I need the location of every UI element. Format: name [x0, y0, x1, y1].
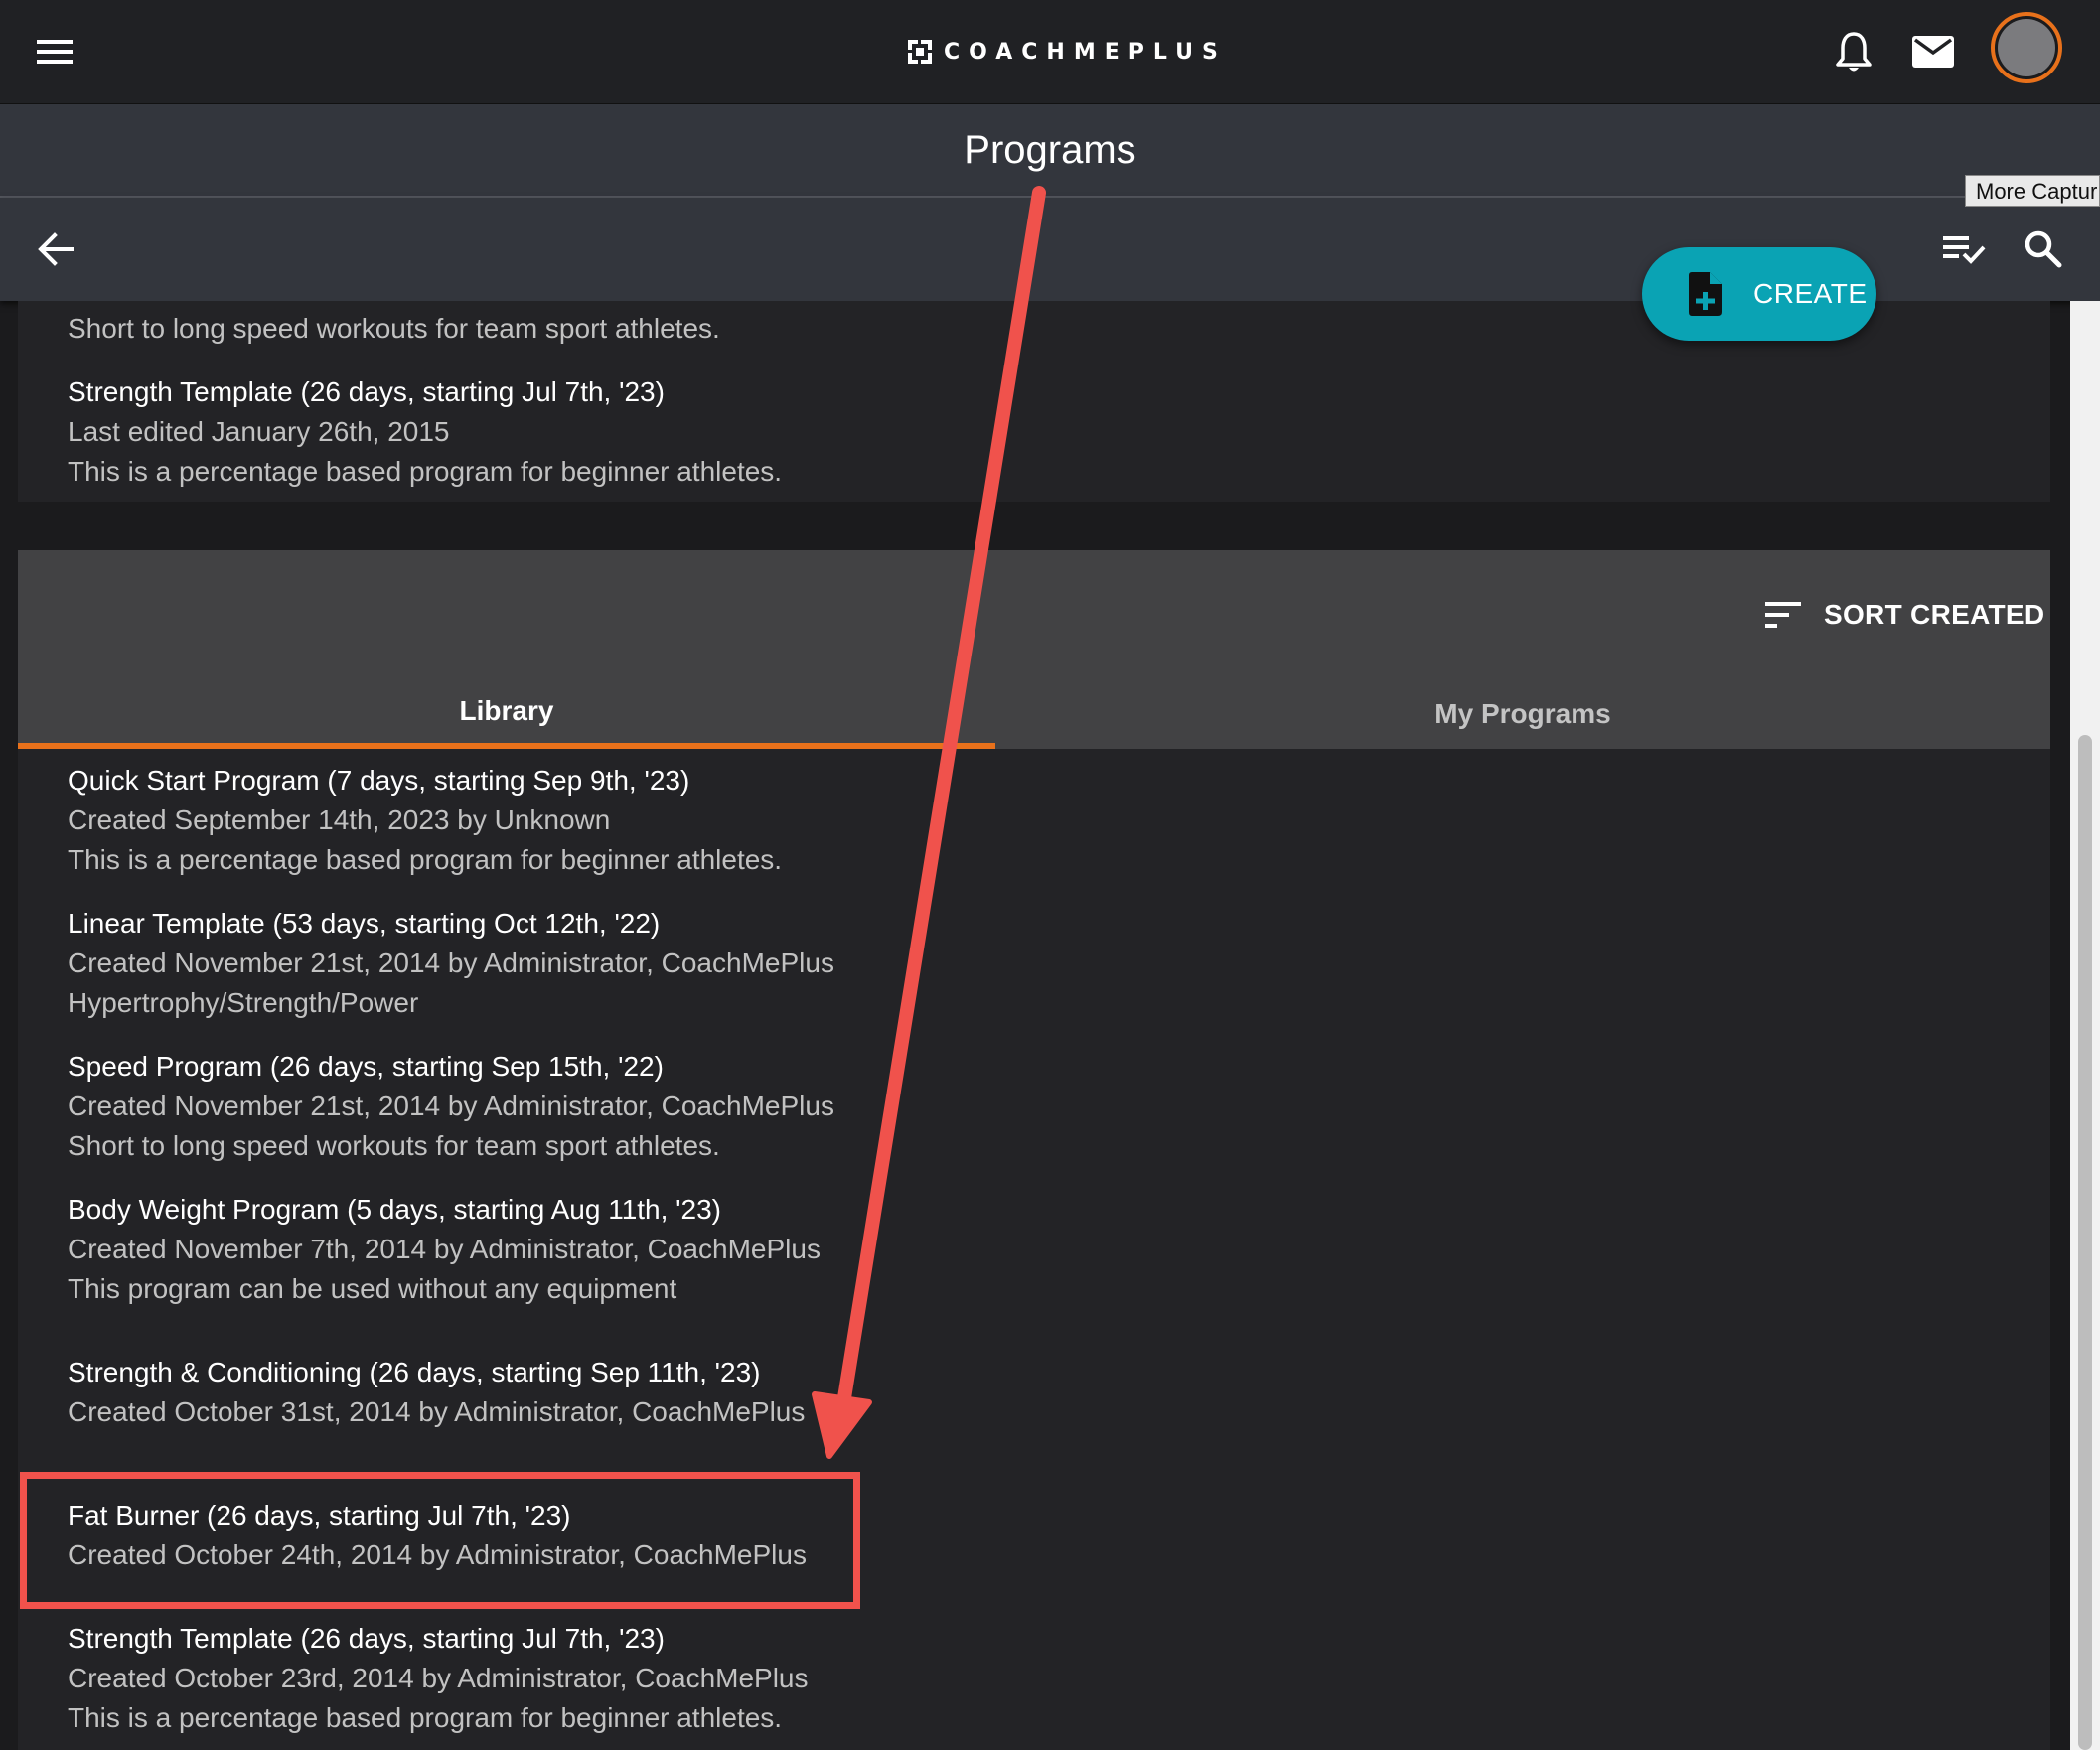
- avatar-image: [1998, 19, 2055, 76]
- menu-icon: [37, 40, 73, 64]
- back-arrow-icon: [38, 232, 74, 266]
- item-description: Short to long speed workouts for team sp…: [68, 1130, 720, 1161]
- item-description: Hypertrophy/Strength/Power: [68, 987, 419, 1018]
- sort-button[interactable]: SORT CREATED: [1764, 590, 2044, 640]
- item-title: Body Weight Program (5 days, starting Au…: [68, 1194, 721, 1225]
- library-header: SORT CREATED Library My Programs: [18, 550, 2050, 749]
- library-card: SORT CREATED Library My Programs Quick S…: [18, 550, 2050, 1750]
- menu-button[interactable]: [30, 28, 79, 75]
- list-item[interactable]: Quick Start Program (7 days, starting Se…: [68, 761, 782, 880]
- messages-button[interactable]: [1907, 28, 1959, 75]
- list-item[interactable]: Body Weight Program (5 days, starting Au…: [68, 1190, 821, 1309]
- item-meta: Created September 14th, 2023 by Unknown: [68, 804, 611, 835]
- item-meta: Created November 21st, 2014 by Administr…: [68, 1091, 834, 1121]
- item-meta: Created October 23rd, 2014 by Administra…: [68, 1663, 809, 1693]
- brand-logo[interactable]: COACHMEPLUS: [908, 36, 1227, 68]
- search-icon: [2025, 230, 2062, 268]
- sort-icon: [1765, 602, 1801, 628]
- item-meta: Created November 7th, 2014 by Administra…: [68, 1234, 821, 1264]
- list-item[interactable]: Strength Template (26 days, starting Jul…: [68, 1619, 809, 1738]
- page-title: Programs: [964, 128, 1136, 172]
- brand-name: COACHMEPLUS: [944, 39, 1227, 65]
- logo-mark-icon: [908, 40, 932, 64]
- item-title: Strength Template (26 days, starting Jul…: [68, 1623, 665, 1654]
- item-title: Linear Template (53 days, starting Oct 1…: [68, 908, 661, 939]
- list-item[interactable]: Strength & Conditioning (26 days, starti…: [68, 1353, 805, 1432]
- item-description: This is a percentage based program for b…: [68, 1702, 783, 1733]
- tooltip: More Captur: [1965, 175, 2100, 207]
- item-meta: Created October 31st, 2014 by Administra…: [68, 1396, 806, 1427]
- list-item-fat-burner[interactable]: Fat Burner (26 days, starting Jul 7th, '…: [68, 1496, 807, 1575]
- app-bar: COACHMEPLUS: [0, 0, 2100, 104]
- back-button[interactable]: [30, 225, 81, 273]
- add-file-icon: [1689, 272, 1722, 316]
- list-item[interactable]: Linear Template (53 days, starting Oct 1…: [68, 904, 834, 1023]
- mail-icon: [1912, 36, 1954, 68]
- bell-icon: [1836, 32, 1872, 72]
- title-bar: Programs: [0, 104, 2100, 198]
- select-mode-button[interactable]: [1939, 227, 1989, 271]
- item-meta: Created October 24th, 2014 by Administra…: [68, 1539, 807, 1570]
- search-button[interactable]: [2017, 223, 2068, 273]
- sort-label: SORT CREATED: [1824, 599, 2045, 630]
- item-description: This is a percentage based program for b…: [68, 456, 783, 487]
- item-meta: Last edited January 26th, 2015: [68, 416, 450, 447]
- item-title: Quick Start Program (7 days, starting Se…: [68, 765, 690, 796]
- item-description: Short to long speed workouts for team sp…: [68, 313, 720, 344]
- item-title: Strength & Conditioning (26 days, starti…: [68, 1357, 761, 1387]
- tab-library[interactable]: Library: [18, 679, 995, 749]
- tab-my-programs[interactable]: My Programs: [995, 679, 2050, 749]
- item-description: This is a percentage based program for b…: [68, 844, 783, 875]
- scrollbar-thumb[interactable]: [2078, 735, 2092, 1750]
- item-meta: Created November 21st, 2014 by Administr…: [68, 948, 834, 978]
- create-button-label: CREATE: [1753, 278, 1868, 309]
- list-item-partial[interactable]: Short to long speed workouts for team sp…: [68, 309, 720, 349]
- notifications-button[interactable]: [1828, 28, 1879, 77]
- item-description: This program can be used without any equ…: [68, 1273, 677, 1304]
- list-item[interactable]: Strength Template (26 days, starting Jul…: [68, 372, 782, 492]
- checklist-icon: [1943, 236, 1986, 264]
- user-avatar[interactable]: [1991, 12, 2062, 83]
- create-button[interactable]: CREATE: [1642, 247, 1876, 341]
- item-title: Speed Program (26 days, starting Sep 15t…: [68, 1051, 664, 1082]
- item-title: Strength Template (26 days, starting Jul…: [68, 376, 665, 407]
- item-title: Fat Burner (26 days, starting Jul 7th, '…: [68, 1500, 571, 1531]
- list-item[interactable]: Speed Program (26 days, starting Sep 15t…: [68, 1047, 834, 1166]
